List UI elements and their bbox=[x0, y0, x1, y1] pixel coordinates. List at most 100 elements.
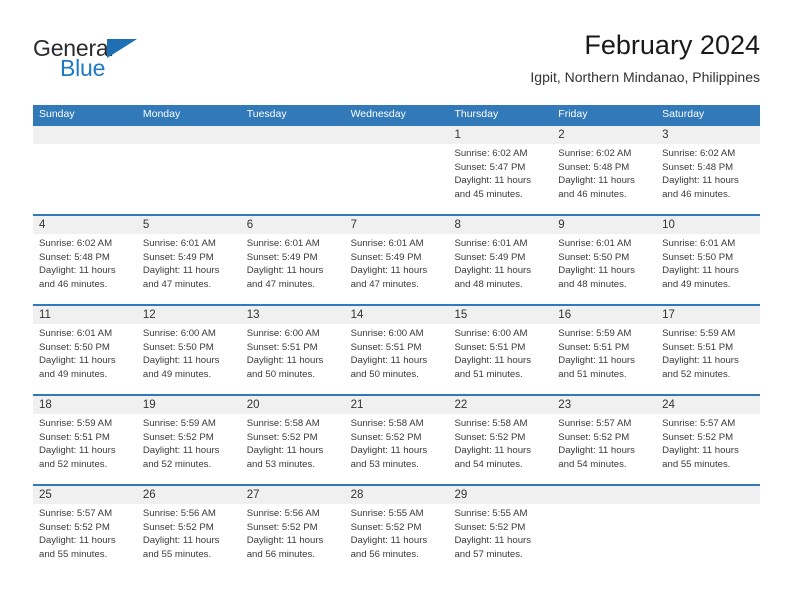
day-number-band bbox=[240, 126, 345, 144]
day-details: Sunrise: 6:00 AM Sunset: 5:51 PM Daylight:… bbox=[247, 327, 341, 381]
daylight-text-line1: Daylight: 11 hours bbox=[39, 355, 116, 366]
day-number: 8 bbox=[454, 219, 461, 231]
calendar-day-cell[interactable]: 25 Sunrise: 5:57 AM Sunset: 5:52 PM Dayligh… bbox=[33, 486, 137, 574]
calendar-day-cell[interactable]: 16 Sunrise: 5:59 AM Sunset: 5:51 PM Dayligh… bbox=[552, 306, 657, 394]
daylight-text-line1: Daylight: 11 hours bbox=[246, 535, 324, 546]
calendar-day-cell[interactable]: 8 Sunrise: 6:01 AM Sunset: 5:49 PM Daylight… bbox=[448, 216, 553, 304]
calendar-day-cell-empty bbox=[552, 486, 657, 574]
daylight-text-line2: and 54 minutes. bbox=[454, 458, 523, 470]
day-details: Sunrise: 6:01 AM Sunset: 5:50 PM Daylight:… bbox=[39, 327, 133, 381]
sunset-text: Sunset: 5:51 PM bbox=[454, 341, 526, 353]
day-number-band bbox=[136, 216, 241, 234]
sunrise-text: Sunrise: 6:00 AM bbox=[246, 328, 320, 339]
day-details: Sunrise: 6:02 AM Sunset: 5:48 PM Daylight:… bbox=[39, 237, 133, 291]
day-details: Sunrise: 5:59 AM Sunset: 5:51 PM Daylight:… bbox=[39, 417, 133, 471]
calendar-day-cell[interactable]: 13 Sunrise: 6:00 AM Sunset: 5:51 PM Dayligh… bbox=[240, 306, 345, 394]
calendar-day-cell[interactable]: 1 Sunrise: 6:02 AM Sunset: 5:47 PM Daylight… bbox=[448, 126, 553, 214]
day-number: 28 bbox=[350, 489, 364, 501]
sunrise-text: Sunrise: 6:01 AM bbox=[246, 238, 320, 249]
daylight-text-line1: Daylight: 11 hours bbox=[454, 445, 532, 456]
sunrise-text: Sunrise: 6:01 AM bbox=[350, 238, 424, 249]
calendar-day-cell-empty bbox=[136, 126, 241, 214]
calendar-day-cell[interactable]: 27 Sunrise: 5:56 AM Sunset: 5:52 PM Dayligh… bbox=[240, 486, 345, 574]
day-number: 21 bbox=[350, 399, 364, 411]
calendar-day-cell[interactable]: 26 Sunrise: 5:56 AM Sunset: 5:52 PM Dayligh… bbox=[136, 486, 241, 574]
calendar-day-cell[interactable]: 5 Sunrise: 6:01 AM Sunset: 5:49 PM Daylight… bbox=[136, 216, 241, 304]
day-number-band bbox=[448, 216, 553, 234]
calendar-day-cell[interactable]: 11 Sunrise: 6:01 AM Sunset: 5:50 PM Dayligh… bbox=[33, 306, 137, 394]
day-details: Sunrise: 5:57 AM Sunset: 5:52 PM Daylight:… bbox=[558, 417, 652, 471]
day-details: Sunrise: 5:56 AM Sunset: 5:52 PM Daylight:… bbox=[143, 507, 237, 561]
sunset-text: Sunset: 5:50 PM bbox=[39, 341, 110, 353]
calendar-day-cell[interactable]: 15 Sunrise: 6:00 AM Sunset: 5:51 PM Dayligh… bbox=[448, 306, 553, 394]
day-details: Sunrise: 6:01 AM Sunset: 5:49 PM Daylight:… bbox=[143, 237, 237, 291]
sunrise-text: Sunrise: 5:59 AM bbox=[662, 328, 736, 339]
calendar-day-cell[interactable]: 21 Sunrise: 5:58 AM Sunset: 5:52 PM Dayligh… bbox=[344, 396, 449, 484]
calendar-day-cell[interactable]: 6 Sunrise: 6:01 AM Sunset: 5:49 PM Daylight… bbox=[240, 216, 345, 304]
day-details: Sunrise: 5:58 AM Sunset: 5:52 PM Daylight:… bbox=[351, 417, 445, 471]
daylight-text-line1: Daylight: 11 hours bbox=[454, 535, 532, 546]
sunset-text: Sunset: 5:49 PM bbox=[350, 251, 422, 263]
daylight-text-line2: and 51 minutes. bbox=[558, 368, 627, 380]
day-number: 17 bbox=[662, 309, 675, 321]
sunrise-text: Sunrise: 5:56 AM bbox=[142, 508, 216, 519]
sunset-text: Sunset: 5:52 PM bbox=[350, 431, 422, 443]
sunset-text: Sunset: 5:51 PM bbox=[246, 341, 318, 353]
calendar-day-cell[interactable]: 4 Sunrise: 6:02 AM Sunset: 5:48 PM Daylight… bbox=[33, 216, 137, 304]
day-details: Sunrise: 6:02 AM Sunset: 5:48 PM Daylight:… bbox=[662, 147, 756, 201]
calendar-day-cell[interactable]: 9 Sunrise: 6:01 AM Sunset: 5:50 PM Daylight… bbox=[552, 216, 657, 304]
day-number-band bbox=[656, 486, 761, 504]
day-number: 2 bbox=[558, 129, 565, 141]
day-details: Sunrise: 5:59 AM Sunset: 5:51 PM Daylight:… bbox=[662, 327, 756, 381]
calendar-day-cell[interactable]: 2 Sunrise: 6:02 AM Sunset: 5:48 PM Daylight… bbox=[552, 126, 657, 214]
calendar-day-cell[interactable]: 29 Sunrise: 5:55 AM Sunset: 5:52 PM Dayligh… bbox=[448, 486, 553, 574]
weekday-header-friday: Friday bbox=[558, 108, 588, 120]
sunrise-text: Sunrise: 5:55 AM bbox=[350, 508, 424, 519]
page-header: General Blue February 2024 Igpit, Northe… bbox=[33, 28, 760, 98]
calendar-week-row: 1 Sunrise: 6:02 AM Sunset: 5:47 PM Daylight… bbox=[33, 124, 761, 214]
sunrise-text: Sunrise: 6:01 AM bbox=[39, 328, 113, 339]
sunrise-text: Sunrise: 5:58 AM bbox=[454, 418, 528, 429]
sunset-text: Sunset: 5:52 PM bbox=[662, 431, 734, 443]
calendar-day-cell[interactable]: 24 Sunrise: 5:57 AM Sunset: 5:52 PM Dayligh… bbox=[656, 396, 761, 484]
daylight-text-line2: and 45 minutes. bbox=[454, 188, 523, 200]
sunset-text: Sunset: 5:48 PM bbox=[662, 161, 734, 173]
daylight-text-line2: and 55 minutes. bbox=[142, 548, 212, 560]
day-number-band bbox=[552, 486, 657, 504]
calendar-day-cell[interactable]: 23 Sunrise: 5:57 AM Sunset: 5:52 PM Dayligh… bbox=[552, 396, 657, 484]
calendar-day-cell[interactable]: 17 Sunrise: 5:59 AM Sunset: 5:51 PM Dayligh… bbox=[656, 306, 761, 394]
weekday-header-saturday: Saturday bbox=[662, 108, 705, 120]
weekday-header-monday: Monday bbox=[142, 108, 181, 120]
calendar-day-cell[interactable]: 10 Sunrise: 6:01 AM Sunset: 5:50 PM Dayligh… bbox=[656, 216, 761, 304]
general-blue-logo[interactable]: General Blue bbox=[33, 36, 233, 92]
calendar-day-cell[interactable]: 19 Sunrise: 5:59 AM Sunset: 5:52 PM Dayligh… bbox=[136, 396, 241, 484]
sunrise-text: Sunrise: 6:02 AM bbox=[39, 238, 113, 249]
page-title: February 2024 bbox=[584, 30, 760, 60]
sunrise-text: Sunrise: 5:57 AM bbox=[558, 418, 632, 429]
sunrise-text: Sunrise: 6:01 AM bbox=[454, 238, 528, 249]
calendar-week-row: 4 Sunrise: 6:02 AM Sunset: 5:48 PM Daylight… bbox=[33, 214, 761, 304]
calendar-week-row: 25 Sunrise: 5:57 AM Sunset: 5:52 PM Dayligh… bbox=[33, 484, 761, 574]
daylight-text-line2: and 49 minutes. bbox=[662, 278, 731, 290]
calendar-day-cell[interactable]: 3 Sunrise: 6:02 AM Sunset: 5:48 PM Daylight… bbox=[656, 126, 761, 214]
calendar-day-cell[interactable]: 7 Sunrise: 6:01 AM Sunset: 5:49 PM Daylight… bbox=[344, 216, 449, 304]
sunset-text: Sunset: 5:51 PM bbox=[350, 341, 422, 353]
day-details: Sunrise: 6:01 AM Sunset: 5:49 PM Daylight:… bbox=[454, 237, 548, 291]
daylight-text-line1: Daylight: 11 hours bbox=[246, 355, 324, 366]
calendar-day-cell[interactable]: 28 Sunrise: 5:55 AM Sunset: 5:52 PM Dayligh… bbox=[344, 486, 449, 574]
sunrise-text: Sunrise: 6:00 AM bbox=[454, 328, 528, 339]
sunrise-text: Sunrise: 5:57 AM bbox=[39, 508, 113, 519]
sunset-text: Sunset: 5:49 PM bbox=[142, 251, 214, 263]
calendar-day-cell[interactable]: 14 Sunrise: 6:00 AM Sunset: 5:51 PM Dayligh… bbox=[344, 306, 449, 394]
sunrise-text: Sunrise: 6:01 AM bbox=[142, 238, 216, 249]
calendar-day-cell[interactable]: 20 Sunrise: 5:58 AM Sunset: 5:52 PM Dayligh… bbox=[240, 396, 345, 484]
calendar-day-cell[interactable]: 22 Sunrise: 5:58 AM Sunset: 5:52 PM Dayligh… bbox=[448, 396, 553, 484]
day-number: 13 bbox=[246, 309, 260, 321]
daylight-text-line2: and 51 minutes. bbox=[454, 368, 523, 380]
day-number: 26 bbox=[142, 489, 156, 501]
calendar-day-cell[interactable]: 18 Sunrise: 5:59 AM Sunset: 5:51 PM Dayligh… bbox=[33, 396, 137, 484]
calendar-day-cell[interactable]: 12 Sunrise: 6:00 AM Sunset: 5:50 PM Dayligh… bbox=[136, 306, 241, 394]
day-details: Sunrise: 5:55 AM Sunset: 5:52 PM Daylight:… bbox=[454, 507, 548, 561]
day-number-band bbox=[33, 216, 137, 234]
daylight-text-line2: and 50 minutes. bbox=[246, 368, 315, 380]
